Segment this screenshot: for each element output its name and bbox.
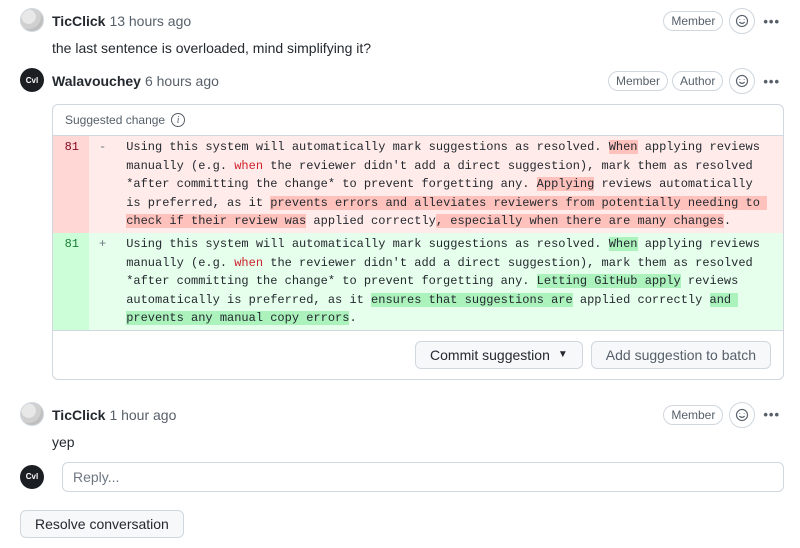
add-reaction-icon[interactable]: [729, 402, 755, 428]
reply-input[interactable]: Reply...: [62, 462, 784, 492]
comment-author[interactable]: Walavouchey: [52, 73, 141, 89]
avatar[interactable]: [20, 8, 44, 32]
reply-row: Cvl Reply...: [20, 454, 784, 500]
kebab-menu-icon[interactable]: •••: [759, 74, 784, 89]
kebab-menu-icon[interactable]: •••: [759, 407, 784, 422]
comment: TicClick 1 hour ago Member ••• yep: [20, 394, 784, 454]
suggested-change-header: Suggested change i: [53, 105, 783, 136]
comment-timestamp[interactable]: 1 hour ago: [109, 407, 176, 423]
info-icon[interactable]: i: [171, 113, 185, 127]
comment-header: Walavouchey 6 hours ago Member Author ••…: [52, 68, 784, 94]
line-number: 81: [53, 136, 89, 233]
diff-marker: +: [89, 233, 116, 330]
avatar[interactable]: Cvl: [20, 68, 44, 92]
diff-added-line: Using this system will automatically mar…: [116, 233, 783, 330]
commit-suggestion-button[interactable]: Commit suggestion ▼: [415, 341, 583, 369]
comment-body: yep: [52, 434, 784, 450]
avatar[interactable]: [20, 402, 44, 426]
role-badge: Author: [672, 71, 723, 91]
comment-header: TicClick 13 hours ago Member •••: [52, 8, 784, 34]
role-badge: Member: [608, 71, 668, 91]
comment: TicClick 13 hours ago Member ••• the las…: [20, 0, 784, 60]
comment-timestamp[interactable]: 13 hours ago: [109, 13, 191, 29]
add-suggestion-to-batch-button[interactable]: Add suggestion to batch: [591, 341, 771, 369]
suggested-change-box: Suggested change i 81 - Using this syste…: [52, 104, 784, 380]
comment-body: the last sentence is overloaded, mind si…: [52, 40, 784, 56]
role-badge: Member: [663, 405, 723, 425]
comment-header: TicClick 1 hour ago Member •••: [52, 402, 784, 428]
add-reaction-icon[interactable]: [729, 68, 755, 94]
comment-author[interactable]: TicClick: [52, 407, 105, 423]
role-badge: Member: [663, 11, 723, 31]
avatar[interactable]: Cvl: [20, 465, 44, 489]
chevron-down-icon: ▼: [558, 349, 568, 360]
comment: Cvl Walavouchey 6 hours ago Member Autho…: [20, 60, 784, 394]
diff-marker: -: [89, 136, 116, 233]
suggested-change-label: Suggested change: [65, 113, 165, 127]
kebab-menu-icon[interactable]: •••: [759, 14, 784, 29]
comment-author[interactable]: TicClick: [52, 13, 105, 29]
diff-table: 81 - Using this system will automaticall…: [53, 136, 783, 330]
add-reaction-icon[interactable]: [729, 8, 755, 34]
resolve-conversation-button[interactable]: Resolve conversation: [20, 510, 184, 538]
comment-timestamp[interactable]: 6 hours ago: [145, 73, 219, 89]
line-number: 81: [53, 233, 89, 330]
diff-deleted-line: Using this system will automatically mar…: [116, 136, 783, 233]
